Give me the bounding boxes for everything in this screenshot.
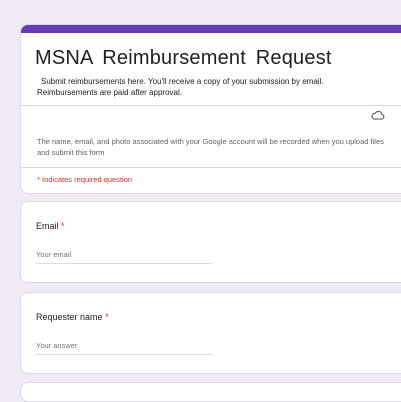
question-label-requester-name: Requester name * [36, 312, 109, 322]
required-asterisk: * [105, 312, 109, 322]
divider [21, 105, 401, 106]
question-card-email: Email * [20, 201, 401, 283]
question-card-requester-name: Requester name * [20, 292, 401, 374]
required-asterisk: * [61, 221, 65, 231]
form-description-line1: Submit reimbursements here. You'll recei… [41, 77, 324, 86]
account-notice: The name, email, and photo associated wi… [37, 137, 384, 157]
requester-name-input[interactable] [36, 341, 212, 355]
form-description-line2: Reimbursements are paid after approval. [37, 88, 182, 97]
form-title: MSNA Reimbursement Request [35, 47, 332, 69]
form-description: Submit reimbursements here. You'll recei… [37, 76, 401, 98]
cloud-icon [371, 110, 385, 120]
email-input[interactable] [36, 250, 212, 264]
divider [21, 167, 401, 168]
question-label-text: Requester name [36, 312, 103, 322]
next-question-card [20, 382, 401, 402]
header-accent-bar [21, 25, 401, 33]
form-header-card: MSNA Reimbursement Request Submit reimbu… [20, 24, 401, 194]
question-label-text: Email [36, 221, 59, 231]
required-note: * Indicates required question [37, 175, 133, 184]
question-label-email: Email * [36, 221, 65, 231]
